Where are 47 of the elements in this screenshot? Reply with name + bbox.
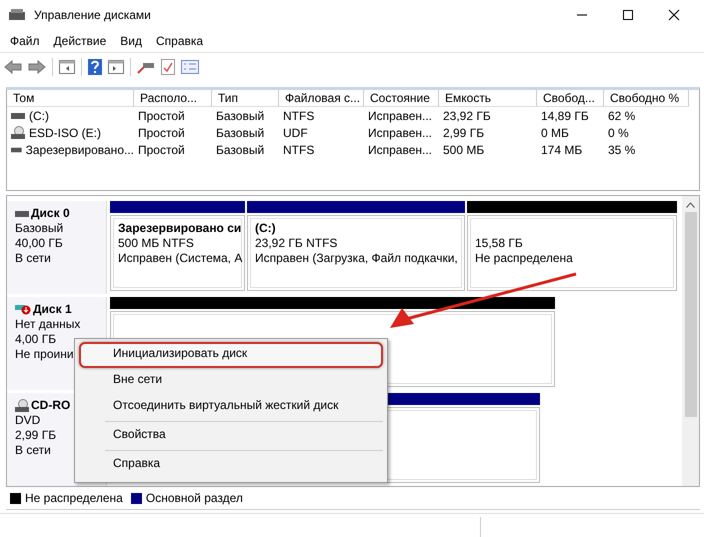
table-cell: 35 % [608, 142, 636, 156]
window-title: Управление дисками [34, 8, 151, 22]
disk-info: В сети [15, 251, 52, 266]
partition-info: Не распределена [475, 251, 574, 266]
legend-label: Основной раздел [146, 491, 243, 505]
disk-info: 2,99 ГБ [15, 428, 58, 443]
legend-label: Не распределена [25, 491, 123, 505]
table-cell: NTFS [283, 142, 314, 156]
table-cell: 174 МБ [541, 142, 582, 156]
disk-info: 40,00 ГБ [15, 236, 64, 251]
table-cell: 2,99 ГБ [443, 126, 484, 140]
table-cell: 0 МБ [541, 126, 569, 140]
table-cell: Базовый [216, 142, 264, 156]
table-cell: Простой [138, 108, 185, 122]
table-cell: 0 % [608, 126, 629, 140]
table-cell: ESD-ISO (E:) [29, 126, 102, 140]
table-cell: 14,89 ГБ [541, 108, 589, 122]
disk-info: В сети [15, 443, 52, 458]
table-cell: Зарезервировано... [26, 142, 134, 156]
disk-info: Не проини [15, 347, 75, 362]
table-cell: 23,92 ГБ [443, 108, 491, 122]
disk-name: Диск 0 [31, 206, 70, 221]
disk-name: Диск 1 [33, 302, 72, 317]
table-cell: Базовый [216, 126, 264, 140]
table-cell: Базовый [216, 108, 264, 122]
disk-info: Базовый [15, 221, 64, 236]
partition-info: Исправен (Загрузка, Файл подкачки, [255, 251, 459, 266]
disk-info: Нет данных [15, 317, 82, 332]
table-cell: Простой [138, 126, 185, 140]
table-cell: Простой [138, 142, 185, 156]
partition-info: 15,58 ГБ [475, 236, 524, 251]
partition-info: 500 МБ NTFS [118, 236, 195, 251]
partition-info: Исправен (Система, А [118, 251, 244, 266]
table-cell: Исправен... [368, 108, 432, 122]
table-cell: 500 МБ [443, 142, 484, 156]
disk-info: DVD [15, 413, 42, 428]
table-cell: Исправен... [368, 126, 432, 140]
table-cell: 62 % [608, 108, 636, 122]
table-cell: (C:) [29, 108, 49, 122]
partition-title: Зарезервировано си [118, 221, 242, 236]
disk-info: 4,00 ГБ [15, 332, 58, 347]
partition-info: 23,92 ГБ NTFS [255, 236, 338, 251]
disk-name: CD-RO [31, 398, 70, 413]
partition-title: (C:) [255, 221, 277, 236]
table-cell: UDF [283, 126, 308, 140]
table-cell: Исправен... [368, 142, 432, 156]
table-cell: NTFS [283, 108, 314, 122]
